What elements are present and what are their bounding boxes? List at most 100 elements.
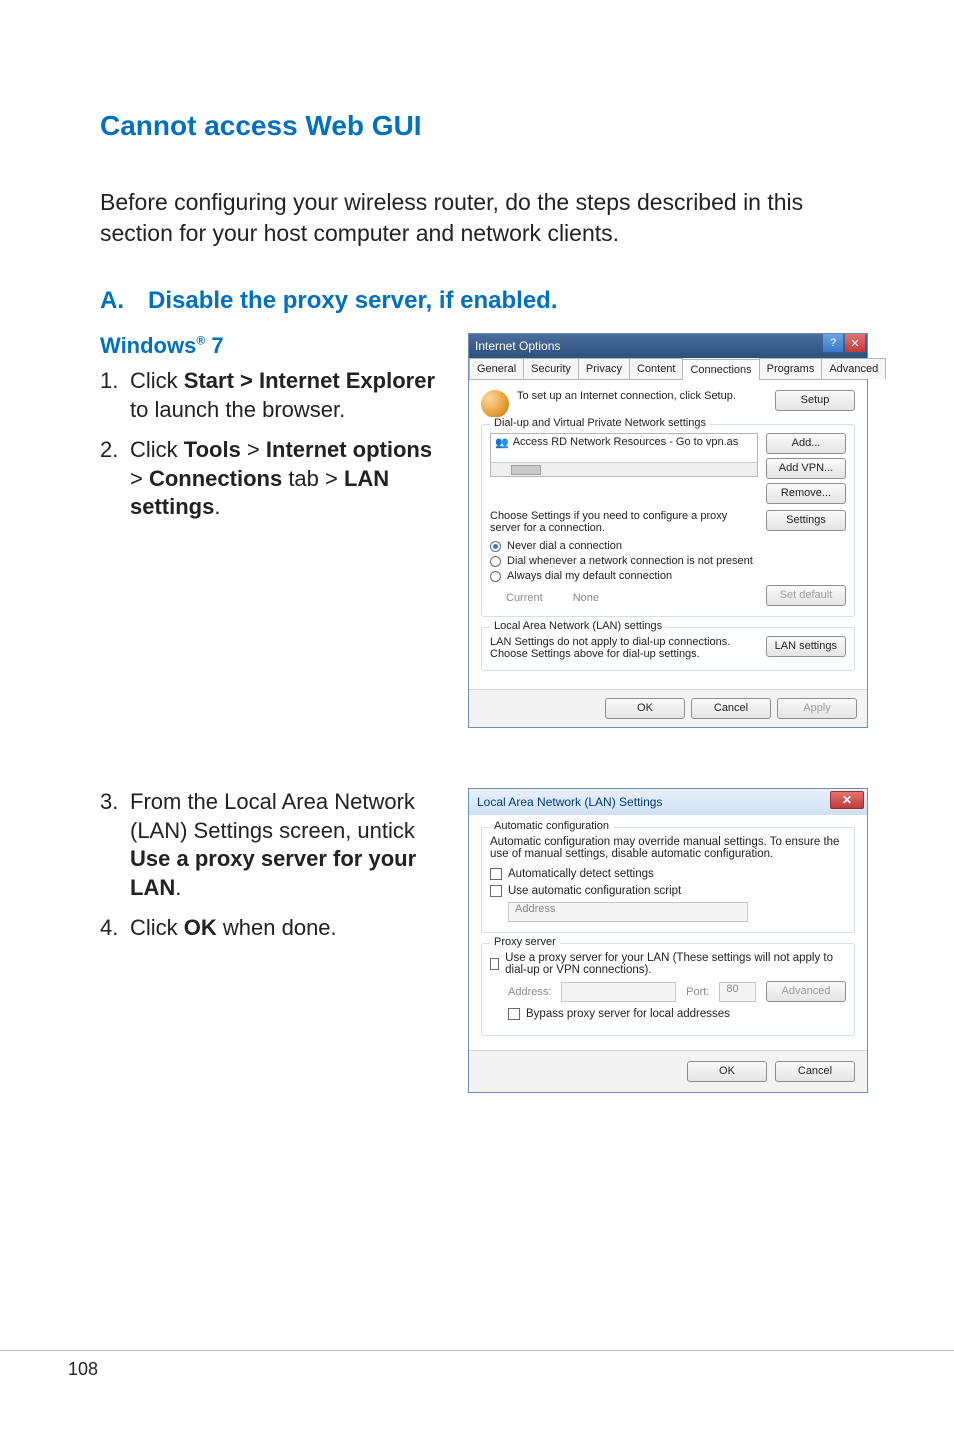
step2-m3: tab > (282, 466, 344, 491)
checkbox-icon (490, 868, 502, 880)
chk-use-proxy-label: Use a proxy server for your LAN (These s… (505, 952, 846, 976)
lan-text: LAN Settings do not apply to dial-up con… (490, 636, 758, 660)
help-button[interactable]: ? (823, 334, 843, 352)
radio-dial-when-label: Dial whenever a network connection is no… (507, 555, 753, 567)
lan-cancel-button[interactable]: Cancel (775, 1061, 855, 1082)
step4-pre: Click (130, 915, 184, 940)
checkbox-icon (490, 958, 499, 970)
tab-advanced[interactable]: Advanced (821, 358, 886, 379)
step1-post: to launch the browser. (130, 397, 345, 422)
tab-general[interactable]: General (469, 358, 524, 379)
close-button[interactable]: ✕ (845, 334, 865, 352)
radio-dot-on (490, 541, 501, 552)
radio-never-dial[interactable]: Never dial a connection (490, 540, 846, 552)
io-titlebar[interactable]: Internet Options ? ✕ (469, 334, 867, 358)
page-footer: 108 (0, 1350, 954, 1380)
section-a-heading: A. Disable the proxy server, if enabled. (100, 287, 864, 315)
chk-auto-script-label: Use automatic configuration script (508, 885, 681, 897)
proxy-address-input (561, 982, 676, 1002)
chk-bypass-label: Bypass proxy server for local addresses (526, 1008, 730, 1020)
remove-button[interactable]: Remove... (766, 483, 846, 504)
proxy-port-input: 80 (719, 982, 756, 1002)
globe-icon (481, 390, 509, 418)
step4-post: when done. (217, 915, 337, 940)
lan-group-legend: Local Area Network (LAN) settings (490, 620, 666, 632)
step2-b3: Connections (149, 466, 282, 491)
proxy-port-label: Port: (686, 986, 709, 998)
chk-auto-script[interactable]: Use automatic configuration script (490, 885, 846, 897)
radio-always-dial[interactable]: Always dial my default connection (490, 570, 846, 582)
auto-config-desc: Automatic configuration may override man… (490, 836, 846, 860)
lan-settings-dialog: Local Area Network (LAN) Settings ✕ Auto… (468, 788, 868, 1093)
scrollbar[interactable] (491, 462, 757, 476)
page-number: 108 (68, 1359, 98, 1379)
auto-config-group: Automatic configuration Automatic config… (481, 827, 855, 933)
setup-button[interactable]: Setup (775, 390, 855, 411)
lan-title: Local Area Network (LAN) Settings (477, 795, 662, 809)
heading-cannot-access: Cannot access Web GUI (100, 110, 864, 142)
io-ok-button[interactable]: OK (605, 698, 685, 719)
step3-bold: Use a proxy server for your LAN (130, 846, 416, 900)
step-1: Click Start > Internet Explorer to launc… (100, 367, 450, 424)
proxy-server-group: Proxy server Use a proxy server for your… (481, 943, 855, 1036)
io-cancel-button[interactable]: Cancel (691, 698, 771, 719)
radio-dial-when-not-present[interactable]: Dial whenever a network connection is no… (490, 555, 846, 567)
chk-auto-detect-label: Automatically detect settings (508, 868, 654, 880)
step2-b1: Tools (184, 437, 241, 462)
lan-ok-button[interactable]: OK (687, 1061, 767, 1082)
checkbox-icon (508, 1008, 520, 1020)
dialup-vpn-legend: Dial-up and Virtual Private Network sett… (490, 417, 710, 429)
add-button[interactable]: Add... (766, 433, 846, 454)
auto-config-legend: Automatic configuration (490, 820, 613, 832)
step2-pre: Click (130, 437, 184, 462)
script-address-input: Address (508, 902, 748, 922)
tab-privacy[interactable]: Privacy (578, 358, 630, 379)
people-icon: 👥 (495, 436, 509, 449)
step2-m2: > (130, 466, 149, 491)
io-tabs: General Security Privacy Content Connect… (469, 358, 867, 380)
radio-always-dial-label: Always dial my default connection (507, 570, 672, 582)
step4-bold: OK (184, 915, 217, 940)
io-title: Internet Options (475, 339, 560, 353)
vpn-listbox[interactable]: 👥 Access RD Network Resources - Go to vp… (490, 433, 758, 477)
choose-settings-text: Choose Settings if you need to configure… (490, 510, 758, 534)
add-vpn-button[interactable]: Add VPN... (766, 458, 846, 479)
step-2: Click Tools > Internet options > Connect… (100, 436, 450, 522)
lan-close-button[interactable]: ✕ (830, 791, 864, 809)
tab-programs[interactable]: Programs (759, 358, 823, 379)
dialup-vpn-group: Dial-up and Virtual Private Network sett… (481, 424, 855, 617)
registered-mark: ® (196, 334, 205, 348)
chk-use-proxy[interactable]: Use a proxy server for your LAN (These s… (490, 952, 846, 976)
radio-dot (490, 571, 501, 582)
current-value: None (573, 592, 599, 604)
step2-end: . (214, 494, 220, 519)
intro-text: Before configuring your wireless router,… (100, 187, 864, 249)
windows7-heading: Windows® 7 (100, 333, 450, 359)
step2-m1: > (241, 437, 266, 462)
step-4: Click OK when done. (100, 914, 450, 943)
settings-button[interactable]: Settings (766, 510, 846, 531)
current-label: Current (506, 592, 543, 604)
chk-bypass-local[interactable]: Bypass proxy server for local addresses (508, 1008, 846, 1020)
tab-content[interactable]: Content (629, 358, 684, 379)
lan-titlebar[interactable]: Local Area Network (LAN) Settings ✕ (469, 789, 867, 815)
lan-settings-group: Local Area Network (LAN) settings LAN Se… (481, 627, 855, 671)
setup-text: To set up an Internet connection, click … (517, 390, 767, 402)
lan-settings-button[interactable]: LAN settings (766, 636, 846, 657)
chk-auto-detect[interactable]: Automatically detect settings (490, 868, 846, 880)
tab-security[interactable]: Security (523, 358, 579, 379)
step3-end: . (175, 875, 181, 900)
io-apply-button: Apply (777, 698, 857, 719)
radio-dot (490, 556, 501, 567)
advanced-button: Advanced (766, 981, 846, 1002)
vpn-item[interactable]: Access RD Network Resources - Go to vpn.… (513, 436, 739, 448)
win7-label: Windows (100, 333, 196, 358)
proxy-legend: Proxy server (490, 936, 560, 948)
step3-pre: From the Local Area Network (LAN) Settin… (130, 789, 415, 843)
step1-pre: Click (130, 368, 184, 393)
win7-suffix: 7 (205, 333, 223, 358)
radio-never-dial-label: Never dial a connection (507, 540, 622, 552)
tab-connections[interactable]: Connections (682, 359, 759, 380)
scrollbar-thumb[interactable] (511, 465, 541, 475)
step-3: From the Local Area Network (LAN) Settin… (100, 788, 450, 902)
